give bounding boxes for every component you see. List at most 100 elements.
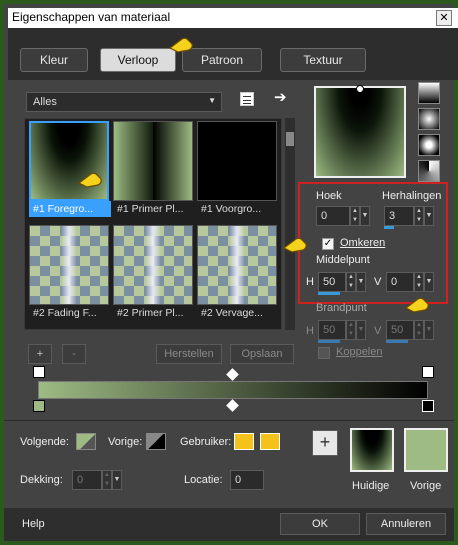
gradient-thumbnail — [113, 121, 193, 201]
scrollbar-thumb[interactable] — [286, 132, 294, 146]
invert-checkbox[interactable]: ✓ — [322, 238, 334, 250]
sunburst-style-icon[interactable] — [418, 134, 440, 156]
title-bar: Eigenschappen van materiaal ✕ — [8, 8, 458, 28]
tab-strip: Kleur Verloop Patroon Textuur — [8, 28, 458, 80]
pointing-hand-icon — [77, 172, 102, 188]
spin-arrows-icon[interactable]: ▲ ▼ — [414, 272, 424, 292]
add-color-button[interactable]: + — [312, 430, 338, 456]
chevron-down-icon: ▼ — [208, 96, 216, 105]
next-swatch[interactable] — [76, 433, 96, 450]
window-title: Eigenschappen van materiaal — [12, 10, 171, 24]
divider — [4, 420, 454, 421]
tab-textuur[interactable]: Textuur — [280, 48, 366, 72]
current-material-swatch[interactable] — [350, 428, 394, 472]
spin-arrows-icon[interactable]: ▲ ▼ — [414, 320, 424, 340]
chevron-down-icon[interactable]: ▼ — [424, 206, 434, 226]
tab-patroon[interactable]: Patroon — [182, 48, 262, 72]
focal-h-label: H — [306, 325, 314, 337]
user-swatch[interactable] — [234, 433, 254, 450]
repeats-input[interactable]: 3 — [384, 206, 414, 226]
end-marker-icon[interactable] — [422, 366, 434, 378]
opacity-input[interactable]: 0 — [72, 470, 102, 490]
chevron-down-icon[interactable]: ▼ — [356, 272, 366, 292]
location-input[interactable]: 0 — [230, 470, 264, 490]
gradient-bar[interactable] — [38, 381, 428, 399]
link-label: Koppelen — [336, 346, 383, 358]
add-gradient-button[interactable]: + — [28, 344, 52, 364]
tab-verloop[interactable]: Verloop — [100, 48, 176, 72]
arrow-right-icon[interactable]: ➔ — [274, 88, 287, 106]
chevron-down-icon[interactable]: ▼ — [360, 206, 370, 226]
invert-label: Omkeren — [340, 237, 386, 249]
prev-swatch[interactable] — [146, 433, 166, 450]
current-label: Huidige — [352, 480, 390, 492]
repeats-slider[interactable] — [384, 226, 394, 229]
gallery-item-label: #1 Foregro... — [29, 201, 111, 217]
footer-bar: Help OK Annuleren — [4, 508, 454, 541]
focal-h-input[interactable]: 50 — [318, 320, 346, 340]
gallery-item-label: #2 Fading F... — [33, 307, 97, 319]
spin-arrows-icon[interactable]: ▲ ▼ — [346, 320, 356, 340]
previous-label: Vorige — [410, 480, 442, 492]
prev-label: Vorige: — [108, 436, 143, 448]
close-icon[interactable]: ✕ — [436, 10, 452, 26]
gradient-preview[interactable] — [314, 85, 406, 178]
spin-arrows-icon[interactable]: ▲ ▼ — [414, 206, 424, 226]
center-h-slider[interactable] — [318, 292, 340, 295]
gallery-item[interactable]: #1 Primer Pl... — [113, 121, 195, 217]
color-stop-start-icon[interactable] — [33, 400, 45, 412]
focal-v-slider[interactable] — [386, 340, 408, 343]
cancel-button[interactable]: Annuleren — [366, 513, 446, 535]
remove-gradient-button[interactable]: - — [62, 344, 86, 364]
start-marker-icon[interactable] — [33, 366, 45, 378]
help-button[interactable]: Help — [22, 518, 45, 530]
gallery-item[interactable]: #2 Fading F... — [29, 225, 111, 321]
linear-style-icon[interactable] — [418, 82, 440, 104]
gallery-item-label: #1 Voorgro... — [201, 203, 262, 215]
spin-arrows-icon[interactable]: ▲ ▼ — [102, 470, 112, 490]
angle-label: Hoek — [316, 190, 342, 202]
center-h-input[interactable]: 50 — [318, 272, 346, 292]
gallery-item-label: #1 Primer Pl... — [117, 203, 184, 215]
gallery-item[interactable]: #1 Voorgro... — [197, 121, 279, 217]
radial-style-icon[interactable] — [418, 160, 440, 182]
chevron-down-icon[interactable]: ▼ — [356, 320, 366, 340]
center-label: Middelpunt — [316, 254, 370, 266]
previous-material-swatch[interactable] — [404, 428, 448, 472]
center-v-input[interactable]: 0 — [386, 272, 414, 292]
gradient-thumbnail — [197, 225, 277, 305]
spin-arrows-icon[interactable]: ▲ ▼ — [350, 206, 360, 226]
pointing-hand-icon — [282, 237, 307, 253]
spin-arrows-icon[interactable]: ▲ ▼ — [346, 272, 356, 292]
library-options-icon[interactable] — [240, 92, 254, 106]
gallery-item[interactable]: #2 Vervage... — [197, 225, 279, 321]
user-label: Gebruiker: — [180, 436, 232, 448]
user-swatch[interactable] — [260, 433, 280, 450]
repeats-label: Herhalingen — [382, 190, 442, 202]
center-h-label: H — [306, 276, 314, 288]
gradient-gallery: #1 Foregro... #1 Primer Pl... #1 Voorgro… — [24, 118, 282, 330]
ok-button[interactable]: OK — [280, 513, 360, 535]
pointing-hand-icon — [168, 37, 193, 53]
chevron-down-icon[interactable]: ▼ — [424, 272, 434, 292]
rectangular-style-icon[interactable] — [418, 108, 440, 130]
restore-button[interactable]: Herstellen — [156, 344, 222, 364]
focal-h-slider[interactable] — [318, 340, 340, 343]
color-stop-end-icon[interactable] — [422, 400, 434, 412]
gallery-item[interactable]: #2 Primer Pl... — [113, 225, 195, 321]
tab-kleur[interactable]: Kleur — [20, 48, 88, 72]
chevron-down-icon[interactable]: ▼ — [112, 470, 122, 490]
category-select-value: Alles — [33, 96, 57, 108]
next-label: Volgende: — [20, 436, 69, 448]
gradient-thumbnail — [29, 121, 109, 201]
gallery-scrollbar[interactable] — [285, 118, 295, 330]
focal-v-input[interactable]: 50 — [386, 320, 414, 340]
chevron-down-icon[interactable]: ▼ — [424, 320, 434, 340]
save-button[interactable]: Opslaan — [230, 344, 294, 364]
gallery-item[interactable]: #1 Foregro... — [29, 121, 111, 217]
center-handle[interactable] — [356, 85, 364, 93]
angle-input[interactable]: 0 — [316, 206, 350, 226]
center-v-label: V — [374, 276, 382, 288]
category-select[interactable]: Alles ▼ — [26, 92, 222, 112]
link-checkbox[interactable] — [318, 347, 330, 359]
